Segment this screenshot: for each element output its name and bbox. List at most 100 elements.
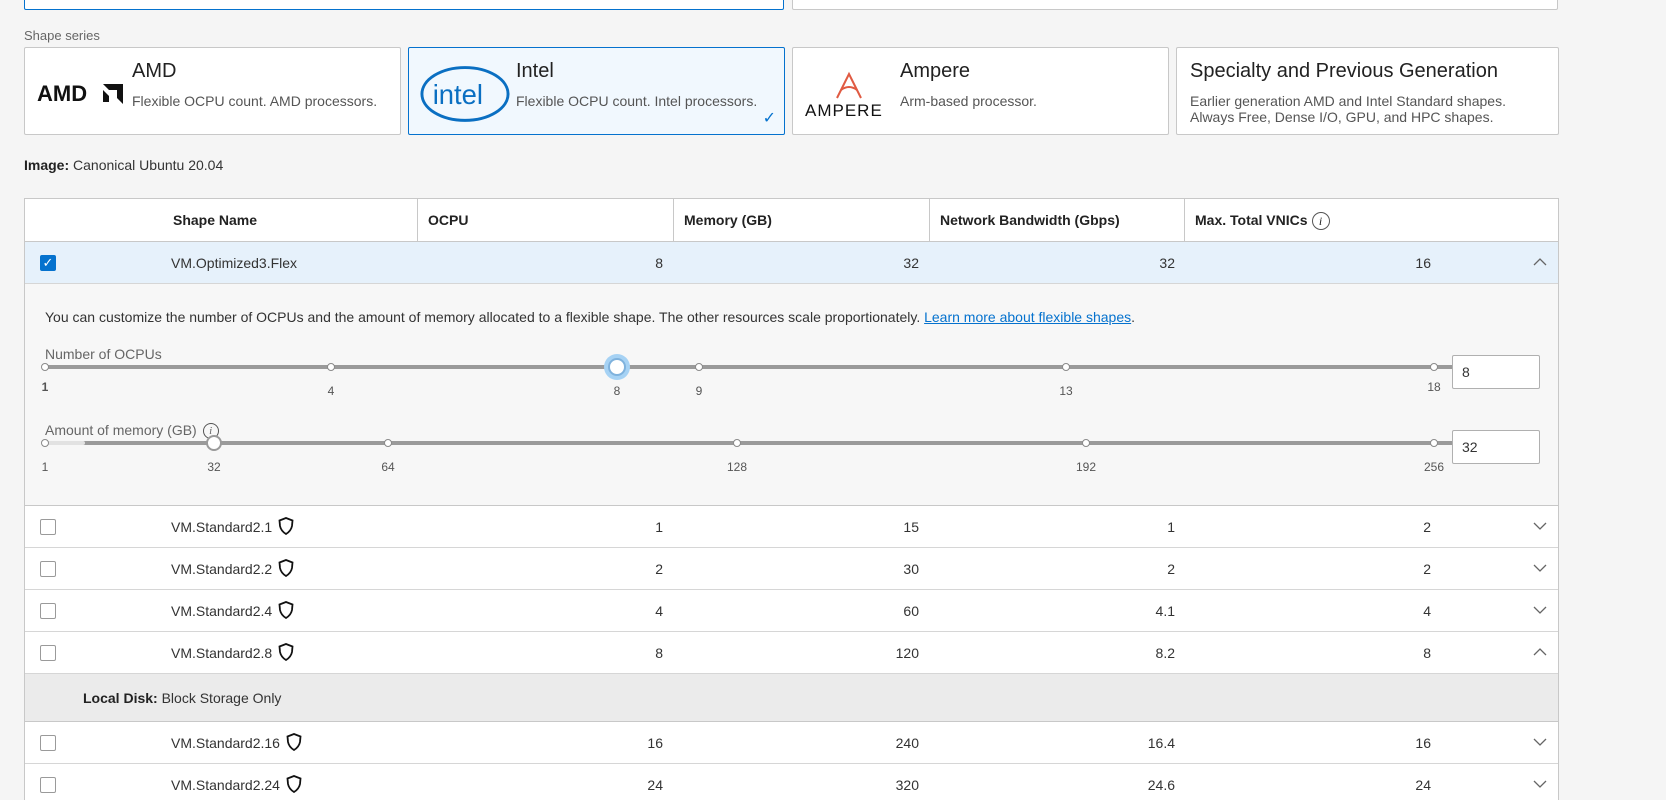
intel-series-card[interactable]: intel Intel Flexible OCPU count. Intel p…	[408, 47, 785, 135]
slider-tick	[1062, 363, 1070, 371]
amd-series-card[interactable]: AMD AMD Flexible OCPU count. AMD process…	[24, 47, 401, 135]
row-checkbox[interactable]	[40, 777, 56, 793]
shape-name-text: VM.Standard2.24	[171, 777, 280, 793]
shield-icon	[278, 517, 294, 536]
ocpu-value: 16	[647, 735, 663, 751]
ocpu-tick-label: 4	[327, 384, 335, 398]
flex-shape-config-panel: You can customize the number of OCPUs an…	[25, 284, 1558, 506]
image-value: Canonical Ubuntu 20.04	[73, 157, 224, 173]
chevron-down-icon[interactable]	[1532, 560, 1548, 576]
shape-name-text: VM.Standard2.2	[171, 561, 273, 577]
shield-icon	[278, 559, 294, 578]
col-shape-name[interactable]: Shape Name	[163, 199, 414, 241]
table-row[interactable]: VM.Standard2.4 4 60 4.1 4	[25, 590, 1558, 632]
info-icon[interactable]: i	[1311, 212, 1330, 231]
local-disk-value: Block Storage Only	[161, 690, 282, 706]
memory-tick-label: 192	[1075, 460, 1097, 474]
ocpu-tick-label: 18	[1427, 380, 1441, 394]
bandwidth-value: 1	[1167, 519, 1175, 535]
vnics-value: 8	[1423, 645, 1431, 661]
slider-tick	[733, 439, 741, 447]
table-row[interactable]: VM.Standard2.16 16 240 16.4 16	[25, 722, 1558, 764]
memory-value: 120	[895, 645, 919, 661]
memory-slider-track[interactable]	[41, 435, 1457, 451]
bandwidth-value: 8.2	[1155, 645, 1175, 661]
bandwidth-value: 16.4	[1147, 735, 1175, 751]
image-label: Image:	[24, 157, 70, 173]
shape-name: VM.Standard2.4	[171, 590, 294, 632]
memory-value: 30	[903, 561, 919, 577]
vnics-value: 4	[1423, 603, 1431, 619]
ampere-card-title: Ampere	[900, 60, 971, 82]
row-checkbox[interactable]	[40, 519, 56, 535]
amd-card-description: Flexible OCPU count. AMD processors.	[132, 93, 378, 109]
table-row[interactable]: VM.Standard2.24 24 320 24.6 24	[25, 764, 1558, 800]
shape-name-text: VM.Standard2.1	[171, 519, 273, 535]
learn-more-link[interactable]: Learn more about flexible shapes	[924, 309, 1131, 325]
slider-tick	[327, 363, 335, 371]
ocpu-value: 4	[655, 603, 663, 619]
slider-tick	[41, 363, 49, 371]
table-row[interactable]: ✓ VM.Optimized3.Flex 8 32 32 16	[25, 242, 1558, 284]
chevron-up-icon[interactable]	[1532, 254, 1548, 270]
previous-option-card[interactable]	[792, 0, 1558, 10]
col-ocpu[interactable]: OCPU	[417, 199, 673, 241]
chevron-down-icon[interactable]	[1532, 518, 1548, 534]
shapes-table: Shape Name OCPU Memory (GB) Network Band…	[24, 198, 1559, 800]
shield-icon	[278, 601, 294, 620]
amd-logo: AMD	[37, 64, 125, 122]
image-info: Image: Canonical Ubuntu 20.04	[24, 157, 223, 173]
slider-tick	[41, 439, 49, 447]
ampere-card-description: Arm-based processor.	[900, 93, 1037, 109]
specialty-card-description: Earlier generation AMD and Intel Standar…	[1190, 93, 1506, 125]
memory-input[interactable]: 32	[1452, 430, 1540, 464]
row-checkbox[interactable]	[40, 645, 56, 661]
vnics-value: 16	[1415, 255, 1431, 271]
memory-value: 60	[903, 603, 919, 619]
memory-value: 240	[895, 735, 919, 751]
memory-tick-label: 32	[207, 460, 221, 474]
shield-icon	[286, 733, 302, 752]
vnics-value: 2	[1423, 561, 1431, 577]
slider-tick	[695, 363, 703, 371]
specialty-series-card[interactable]: Specialty and Previous Generation Earlie…	[1176, 47, 1559, 135]
row-checkbox[interactable]	[40, 735, 56, 751]
row-checkbox[interactable]: ✓	[40, 255, 56, 271]
flex-info-text: You can customize the number of OCPUs an…	[45, 309, 1136, 325]
ocpu-input[interactable]: 8	[1452, 355, 1540, 389]
shape-name: VM.Standard2.2	[171, 548, 294, 590]
memory-value: 32	[903, 255, 919, 271]
ocpu-tick-label: 8	[613, 384, 621, 398]
ocpu-value: 24	[647, 777, 663, 793]
shield-icon	[286, 775, 302, 794]
ocpu-tick-label: 1	[41, 380, 49, 394]
ocpu-slider-handle[interactable]	[608, 358, 626, 376]
chevron-up-icon[interactable]	[1532, 644, 1548, 660]
specialty-card-title: Specialty and Previous Generation	[1190, 60, 1498, 82]
memory-tick-label: 128	[726, 460, 748, 474]
row-checkbox[interactable]	[40, 603, 56, 619]
table-row[interactable]: VM.Standard2.2 2 30 2 2	[25, 548, 1558, 590]
table-row[interactable]: VM.Standard2.1 1 15 1 2	[25, 506, 1558, 548]
bandwidth-value: 2	[1167, 561, 1175, 577]
ocpu-slider-track[interactable]	[41, 358, 1457, 376]
chevron-down-icon[interactable]	[1532, 602, 1548, 618]
shield-icon	[278, 643, 294, 662]
memory-tick-label: 1	[41, 460, 49, 474]
row-checkbox[interactable]	[40, 561, 56, 577]
ocpu-value: 8	[655, 645, 663, 661]
col-max-vnics[interactable]: Max. Total VNICs i	[1184, 199, 1558, 241]
chevron-down-icon[interactable]	[1532, 776, 1548, 792]
col-bandwidth[interactable]: Network Bandwidth (Gbps)	[929, 199, 1184, 241]
table-row[interactable]: VM.Standard2.8 8 120 8.2 8	[25, 632, 1558, 674]
col-memory[interactable]: Memory (GB)	[673, 199, 929, 241]
chevron-down-icon[interactable]	[1532, 734, 1548, 750]
flex-info-message: You can customize the number of OCPUs an…	[45, 309, 921, 325]
svg-text:intel: intel	[433, 79, 483, 110]
ampere-logo: AMPERE	[803, 64, 895, 122]
memory-slider-handle[interactable]	[206, 435, 222, 451]
ampere-series-card[interactable]: AMPERE Ampere Arm-based processor.	[792, 47, 1169, 135]
local-disk-label: Local Disk:	[83, 690, 158, 706]
memory-slider-label-text: Amount of memory (GB)	[45, 422, 197, 438]
previous-selection-card[interactable]	[24, 0, 784, 10]
